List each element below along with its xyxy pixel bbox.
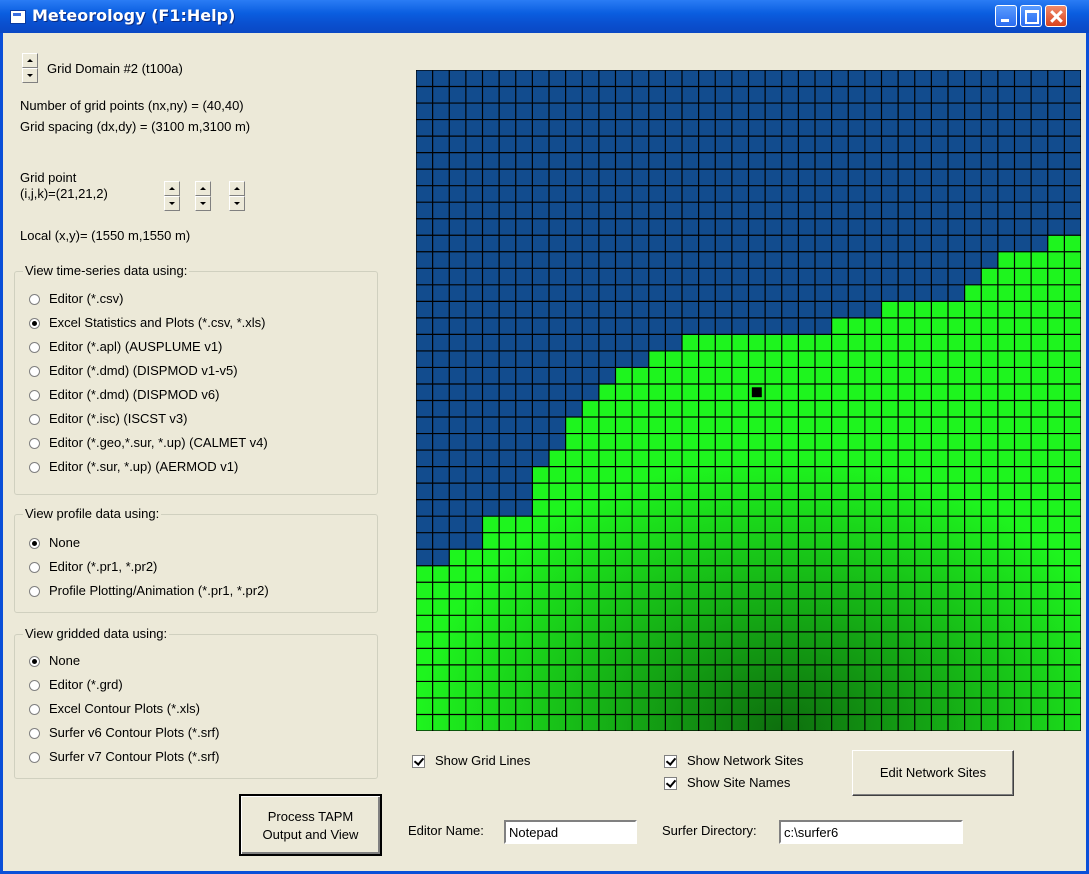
grid-spacing-text: Grid spacing (dx,dy) = (3100 m,3100 m) [20,119,251,134]
gridded-radio-3[interactable] [29,728,40,739]
show-grid-lines-checkbox[interactable] [412,755,425,768]
timeseries-option-label: Editor (*.dmd) (DISPMOD v6) [49,387,220,402]
edit-network-sites-button[interactable]: Edit Network Sites [852,750,1014,796]
network-site-marker[interactable] [751,387,762,398]
profile-option-label: Editor (*.pr1, *.pr2) [49,559,158,574]
gridded-option-label: Editor (*.grd) [49,677,123,692]
timeseries-option-label: Editor (*.csv) [49,291,124,306]
title-bar[interactable]: Meteorology (F1:Help) [0,0,1089,33]
process-button-line2: Output and View [262,827,359,842]
surfer-directory-input[interactable] [779,820,963,844]
show-network-sites-checkbox[interactable] [664,755,677,768]
grid-k-spinner[interactable] [229,181,245,211]
editor-name-input[interactable] [504,820,637,844]
profile-option-label: None [49,535,81,550]
timeseries-option-label: Editor (*.dmd) (DISPMOD v1-v5) [49,363,238,378]
process-tapm-button[interactable]: Process TAPM Output and View [239,794,382,856]
timeseries-option-label: Editor (*.geo,*.sur, *.up) (CALMET v4) [49,435,268,450]
timeseries-radio-6[interactable] [29,438,40,449]
grid-map[interactable] [416,70,1081,731]
i-up-arrow-icon[interactable] [164,181,180,196]
domain-spinner[interactable] [22,53,38,83]
show-site-names-checkbox[interactable] [664,777,677,790]
k-down-arrow-icon[interactable] [229,196,245,211]
timeseries-radio-4[interactable] [29,390,40,401]
profile-radio-2[interactable] [29,586,40,597]
profile-radio-1[interactable] [29,562,40,573]
app-icon [10,10,26,24]
k-up-arrow-icon[interactable] [229,181,245,196]
timeseries-option-label: Editor (*.sur, *.up) (AERMOD v1) [49,459,239,474]
grid-point-value: (i,j,k)=(21,21,2) [20,186,108,201]
gridded-option-label: None [49,653,81,668]
grid-i-spinner[interactable] [164,181,180,211]
local-xy-text: Local (x,y)= (1550 m,1550 m) [20,228,191,243]
gridded-radio-0[interactable] [29,656,40,667]
gridded-option-label: Surfer v7 Contour Plots (*.srf) [49,749,220,764]
profile-caption: View profile data using: [23,506,162,521]
timeseries-radio-3[interactable] [29,366,40,377]
j-up-arrow-icon[interactable] [195,181,211,196]
window-title: Meteorology (F1:Help) [32,6,236,25]
editor-name-label: Editor Name: [408,823,484,838]
grid-domain-label: Grid Domain #2 (t100a) [47,61,183,76]
profile-radio-0[interactable] [29,538,40,549]
profile-option-label: Profile Plotting/Animation (*.pr1, *.pr2… [49,583,269,598]
timeseries-option-label: Excel Statistics and Plots (*.csv, *.xls… [49,315,266,330]
meteorology-window: Meteorology (F1:Help) Grid Domain #2 (t1… [0,0,1089,874]
grid-points-text: Number of grid points (nx,ny) = (40,40) [20,98,244,113]
maximize-button[interactable] [1020,5,1042,27]
timeseries-radio-2[interactable] [29,342,40,353]
gridded-option-label: Surfer v6 Contour Plots (*.srf) [49,725,220,740]
close-button[interactable] [1045,5,1067,27]
grid-j-spinner[interactable] [195,181,211,211]
timeseries-radio-0[interactable] [29,294,40,305]
gridded-radio-4[interactable] [29,752,40,763]
domain-down-arrow-icon[interactable] [22,68,38,83]
i-down-arrow-icon[interactable] [164,196,180,211]
gridded-radio-1[interactable] [29,680,40,691]
timeseries-option-label: Editor (*.apl) (AUSPLUME v1) [49,339,223,354]
timeseries-option-label: Editor (*.isc) (ISCST v3) [49,411,188,426]
domain-up-arrow-icon[interactable] [22,53,38,68]
show-network-sites-label: Show Network Sites [687,753,804,768]
show-site-names-label: Show Site Names [687,775,791,790]
timeseries-radio-7[interactable] [29,462,40,473]
minimize-button[interactable] [995,5,1017,27]
gridded-option-label: Excel Contour Plots (*.xls) [49,701,200,716]
j-down-arrow-icon[interactable] [195,196,211,211]
process-button-line1: Process TAPM [267,809,354,824]
show-grid-lines-label: Show Grid Lines [435,753,531,768]
timeseries-radio-1[interactable] [29,318,40,329]
grid-point-label: Grid point [20,170,77,185]
gridded-radio-2[interactable] [29,704,40,715]
surfer-directory-label: Surfer Directory: [662,823,757,838]
timeseries-radio-5[interactable] [29,414,40,425]
gridded-caption: View gridded data using: [23,626,170,641]
timeseries-caption: View time-series data using: [23,263,190,278]
